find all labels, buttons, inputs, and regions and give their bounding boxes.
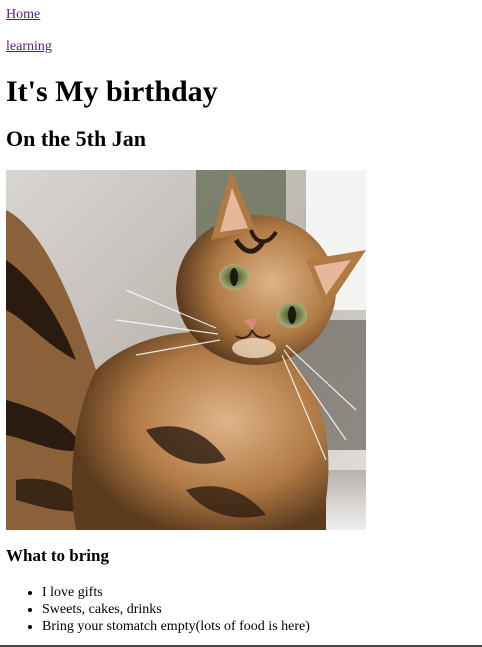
- what-to-bring-heading: What to bring: [6, 546, 109, 565]
- cat-photo-illustration: [6, 170, 366, 530]
- list-item: Sweets, cakes, drinks: [42, 601, 310, 618]
- learning-link[interactable]: learning: [6, 39, 52, 55]
- cat-photo: [6, 170, 366, 530]
- list-item: I love gifts: [42, 584, 310, 601]
- bring-list: I love gifts Sweets, cakes, drinks Bring…: [6, 584, 310, 635]
- page-subtitle: On the 5th Jan: [6, 126, 146, 151]
- home-link[interactable]: Home: [6, 7, 40, 23]
- page-title: It's My birthday: [6, 75, 218, 108]
- list-item: Bring your stomatch empty(lots of food i…: [42, 618, 310, 635]
